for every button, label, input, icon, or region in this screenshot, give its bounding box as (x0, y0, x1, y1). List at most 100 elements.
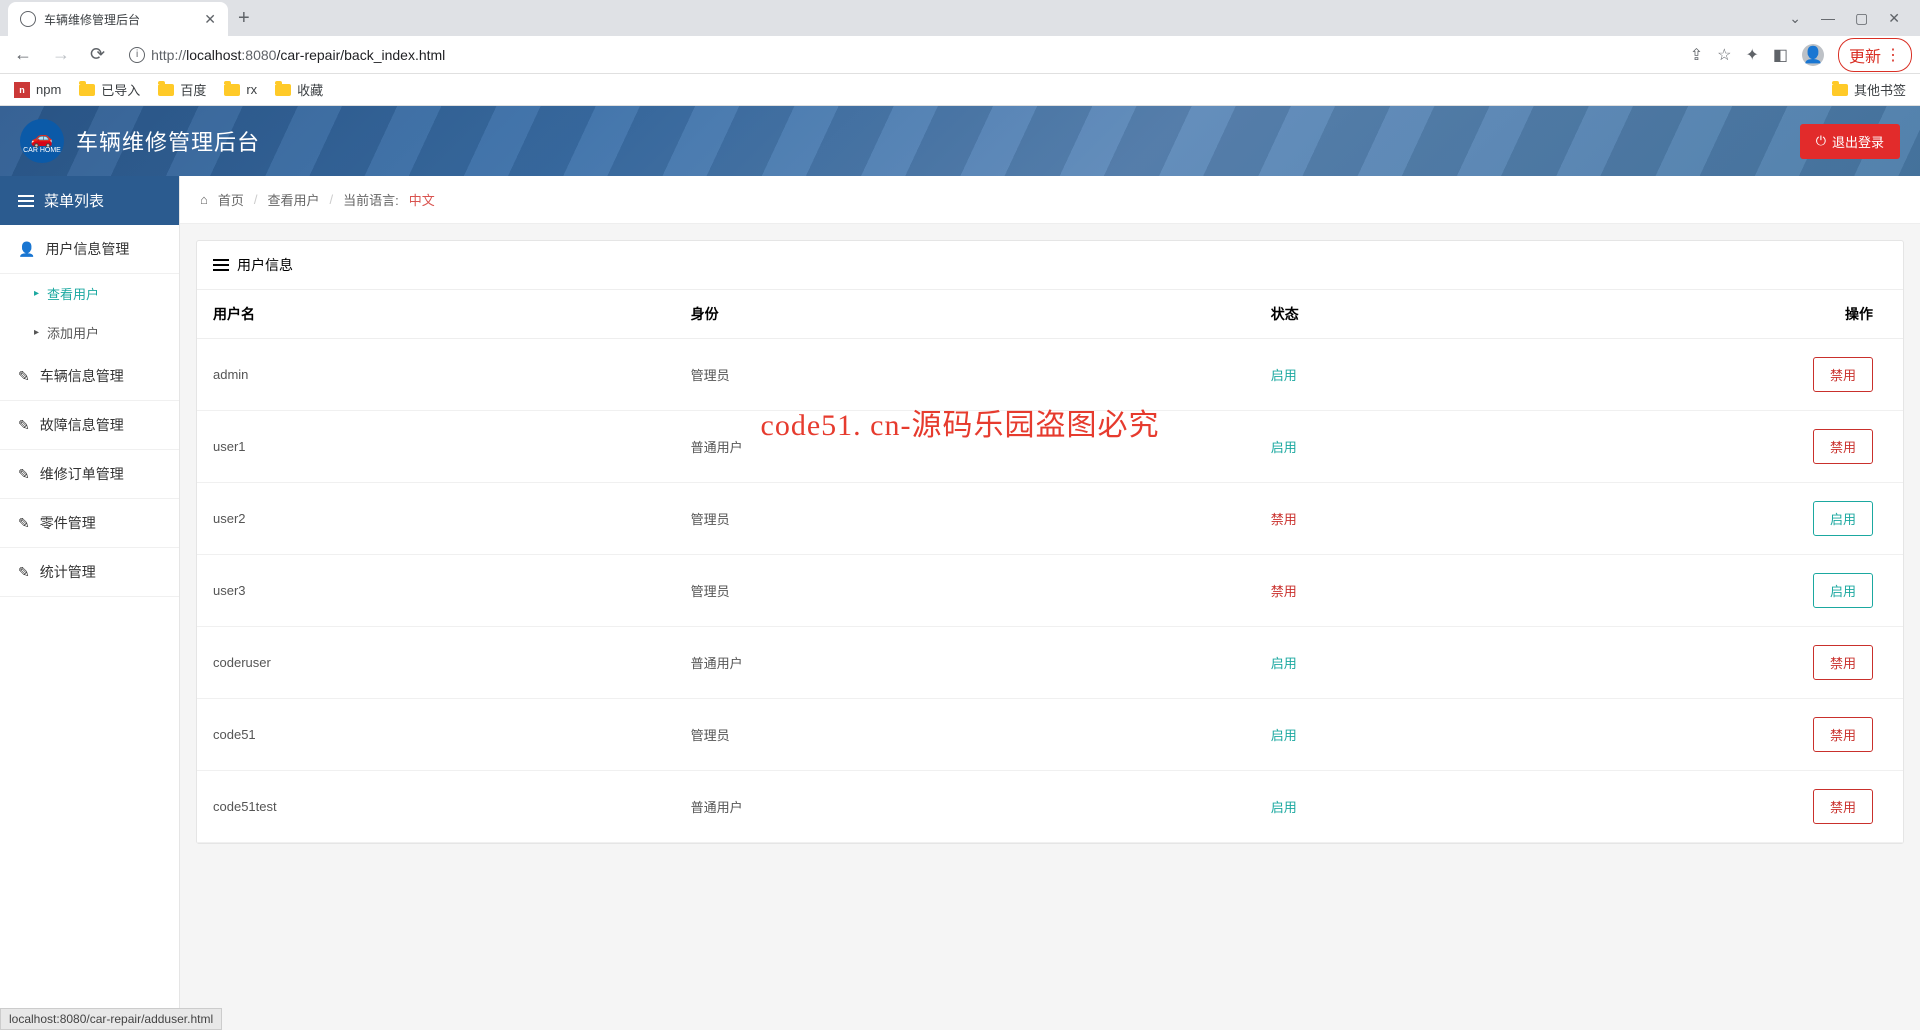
cell-username: admin (197, 339, 675, 411)
table-row: code51 管理员 启用 禁用 (197, 699, 1903, 771)
cell-username: user2 (197, 483, 675, 555)
address-bar-actions: ⇪ ☆ ✦ ◧ 👤 更新⋮ (1690, 38, 1912, 72)
cell-action: 禁用 (1647, 771, 1903, 843)
cell-username: coderuser (197, 627, 675, 699)
sidebar-item[interactable]: ✎零件管理 (0, 499, 179, 548)
bookmark-imported[interactable]: 已导入 (79, 80, 140, 99)
cell-role: 管理员 (675, 339, 1255, 411)
cell-action: 禁用 (1647, 339, 1903, 411)
toggle-status-button[interactable]: 禁用 (1813, 429, 1873, 464)
tab-title: 车辆维修管理后台 (44, 11, 140, 28)
app-header: 🚗CAR HOME 车辆维修管理后台 ⏻退出登录 (0, 106, 1920, 176)
breadcrumb-home[interactable]: 首页 (218, 190, 244, 209)
user-icon: 👤 (18, 241, 35, 258)
cell-status: 启用 (1255, 339, 1647, 411)
list-icon (213, 259, 229, 271)
cell-status: 禁用 (1255, 483, 1647, 555)
window-controls: ⌄ — ▢ ✕ (1789, 10, 1912, 27)
caret-icon: ▸ (34, 327, 39, 338)
forward-button[interactable]: → (46, 40, 76, 69)
toggle-status-button[interactable]: 启用 (1813, 501, 1873, 536)
profile-avatar-icon[interactable]: 👤 (1802, 44, 1824, 66)
breadcrumb-lang-value[interactable]: 中文 (409, 190, 435, 209)
globe-icon (20, 11, 36, 27)
folder-icon (158, 84, 174, 96)
breadcrumb-lang-label: 当前语言: (343, 190, 399, 209)
table-row: user2 管理员 禁用 启用 (197, 483, 1903, 555)
browser-chrome: 车辆维修管理后台 ✕ + ⌄ — ▢ ✕ ← → ⟳ i http://loca… (0, 0, 1920, 106)
sidebar-item[interactable]: ✎维修订单管理 (0, 450, 179, 499)
toggle-status-button[interactable]: 禁用 (1813, 717, 1873, 752)
app-logo: 🚗CAR HOME 车辆维修管理后台 (20, 119, 260, 163)
folder-icon (79, 84, 95, 96)
table-header-row: 用户名 身份 状态 操作 (197, 290, 1903, 339)
bookmarks-bar: nnpm 已导入 百度 rx 收藏 其他书签 (0, 74, 1920, 106)
bookmark-rx[interactable]: rx (224, 82, 257, 97)
toggle-status-button[interactable]: 禁用 (1813, 357, 1873, 392)
cell-role: 管理员 (675, 699, 1255, 771)
logout-button[interactable]: ⏻退出登录 (1800, 124, 1900, 159)
window-dropdown-icon[interactable]: ⌄ (1789, 10, 1801, 27)
power-icon: ⏻ (1816, 133, 1826, 149)
app-body: 菜单列表 👤用户信息管理▸查看用户▸添加用户✎车辆信息管理✎故障信息管理✎维修订… (0, 176, 1920, 1008)
window-minimize-icon[interactable]: — (1821, 10, 1835, 27)
edit-icon: ✎ (18, 417, 30, 434)
sidebar-subitem[interactable]: ▸查看用户 (0, 274, 179, 313)
sidebar-subitem[interactable]: ▸添加用户 (0, 313, 179, 352)
cell-status: 启用 (1255, 411, 1647, 483)
sidebar-item[interactable]: ✎车辆信息管理 (0, 352, 179, 401)
bookmark-fav[interactable]: 收藏 (275, 80, 323, 99)
cell-action: 启用 (1647, 555, 1903, 627)
reload-button[interactable]: ⟳ (84, 40, 111, 69)
window-maximize-icon[interactable]: ▢ (1855, 10, 1868, 27)
cell-role: 普通用户 (675, 771, 1255, 843)
hamburger-icon (18, 195, 34, 207)
edit-icon: ✎ (18, 564, 30, 581)
table-row: user3 管理员 禁用 启用 (197, 555, 1903, 627)
user-info-panel: 用户信息 用户名 身份 状态 操作 admin 管理员 启用 禁用 user1 … (196, 240, 1904, 844)
url-text: http://localhost:8080/car-repair/back_in… (151, 47, 445, 63)
col-status: 状态 (1255, 290, 1647, 339)
cell-action: 禁用 (1647, 411, 1903, 483)
sidebar-item[interactable]: ✎故障信息管理 (0, 401, 179, 450)
toggle-status-button[interactable]: 禁用 (1813, 789, 1873, 824)
browser-tab[interactable]: 车辆维修管理后台 ✕ (8, 2, 228, 36)
site-info-icon[interactable]: i (129, 47, 145, 63)
extensions-icon[interactable]: ✦ (1745, 45, 1758, 65)
table-row: coderuser 普通用户 启用 禁用 (197, 627, 1903, 699)
toggle-status-button[interactable]: 启用 (1813, 573, 1873, 608)
toggle-status-button[interactable]: 禁用 (1813, 645, 1873, 680)
bookmark-star-icon[interactable]: ☆ (1717, 45, 1731, 65)
share-icon[interactable]: ⇪ (1690, 45, 1703, 65)
cell-role: 管理员 (675, 555, 1255, 627)
sidebar-item[interactable]: ✎统计管理 (0, 548, 179, 597)
cell-action: 禁用 (1647, 627, 1903, 699)
cell-status: 启用 (1255, 627, 1647, 699)
bookmark-baidu[interactable]: 百度 (158, 80, 206, 99)
update-button[interactable]: 更新⋮ (1838, 38, 1912, 72)
back-button[interactable]: ← (8, 40, 38, 69)
cell-role: 管理员 (675, 483, 1255, 555)
url-input[interactable]: i http://localhost:8080/car-repair/back_… (119, 40, 1682, 70)
new-tab-button[interactable]: + (228, 7, 260, 30)
sidebar-item[interactable]: 👤用户信息管理 (0, 225, 179, 274)
cell-action: 启用 (1647, 483, 1903, 555)
sidepanel-icon[interactable]: ◧ (1773, 45, 1788, 65)
bookmark-npm[interactable]: nnpm (14, 82, 61, 98)
window-close-icon[interactable]: ✕ (1888, 10, 1900, 27)
bookmark-other[interactable]: 其他书签 (1832, 80, 1906, 99)
table-row: admin 管理员 启用 禁用 (197, 339, 1903, 411)
cell-username: user1 (197, 411, 675, 483)
folder-icon (224, 84, 240, 96)
cell-username: code51 (197, 699, 675, 771)
breadcrumb: ⌂ 首页 / 查看用户 / 当前语言: 中文 (180, 176, 1920, 224)
edit-icon: ✎ (18, 466, 30, 483)
cell-status: 启用 (1255, 699, 1647, 771)
cell-role: 普通用户 (675, 411, 1255, 483)
edit-icon: ✎ (18, 368, 30, 385)
status-bar: localhost:8080/car-repair/adduser.html (0, 1008, 222, 1030)
user-table: 用户名 身份 状态 操作 admin 管理员 启用 禁用 user1 普通用户 … (197, 290, 1903, 843)
breadcrumb-current[interactable]: 查看用户 (268, 190, 320, 209)
close-tab-icon[interactable]: ✕ (204, 11, 216, 28)
cell-action: 禁用 (1647, 699, 1903, 771)
